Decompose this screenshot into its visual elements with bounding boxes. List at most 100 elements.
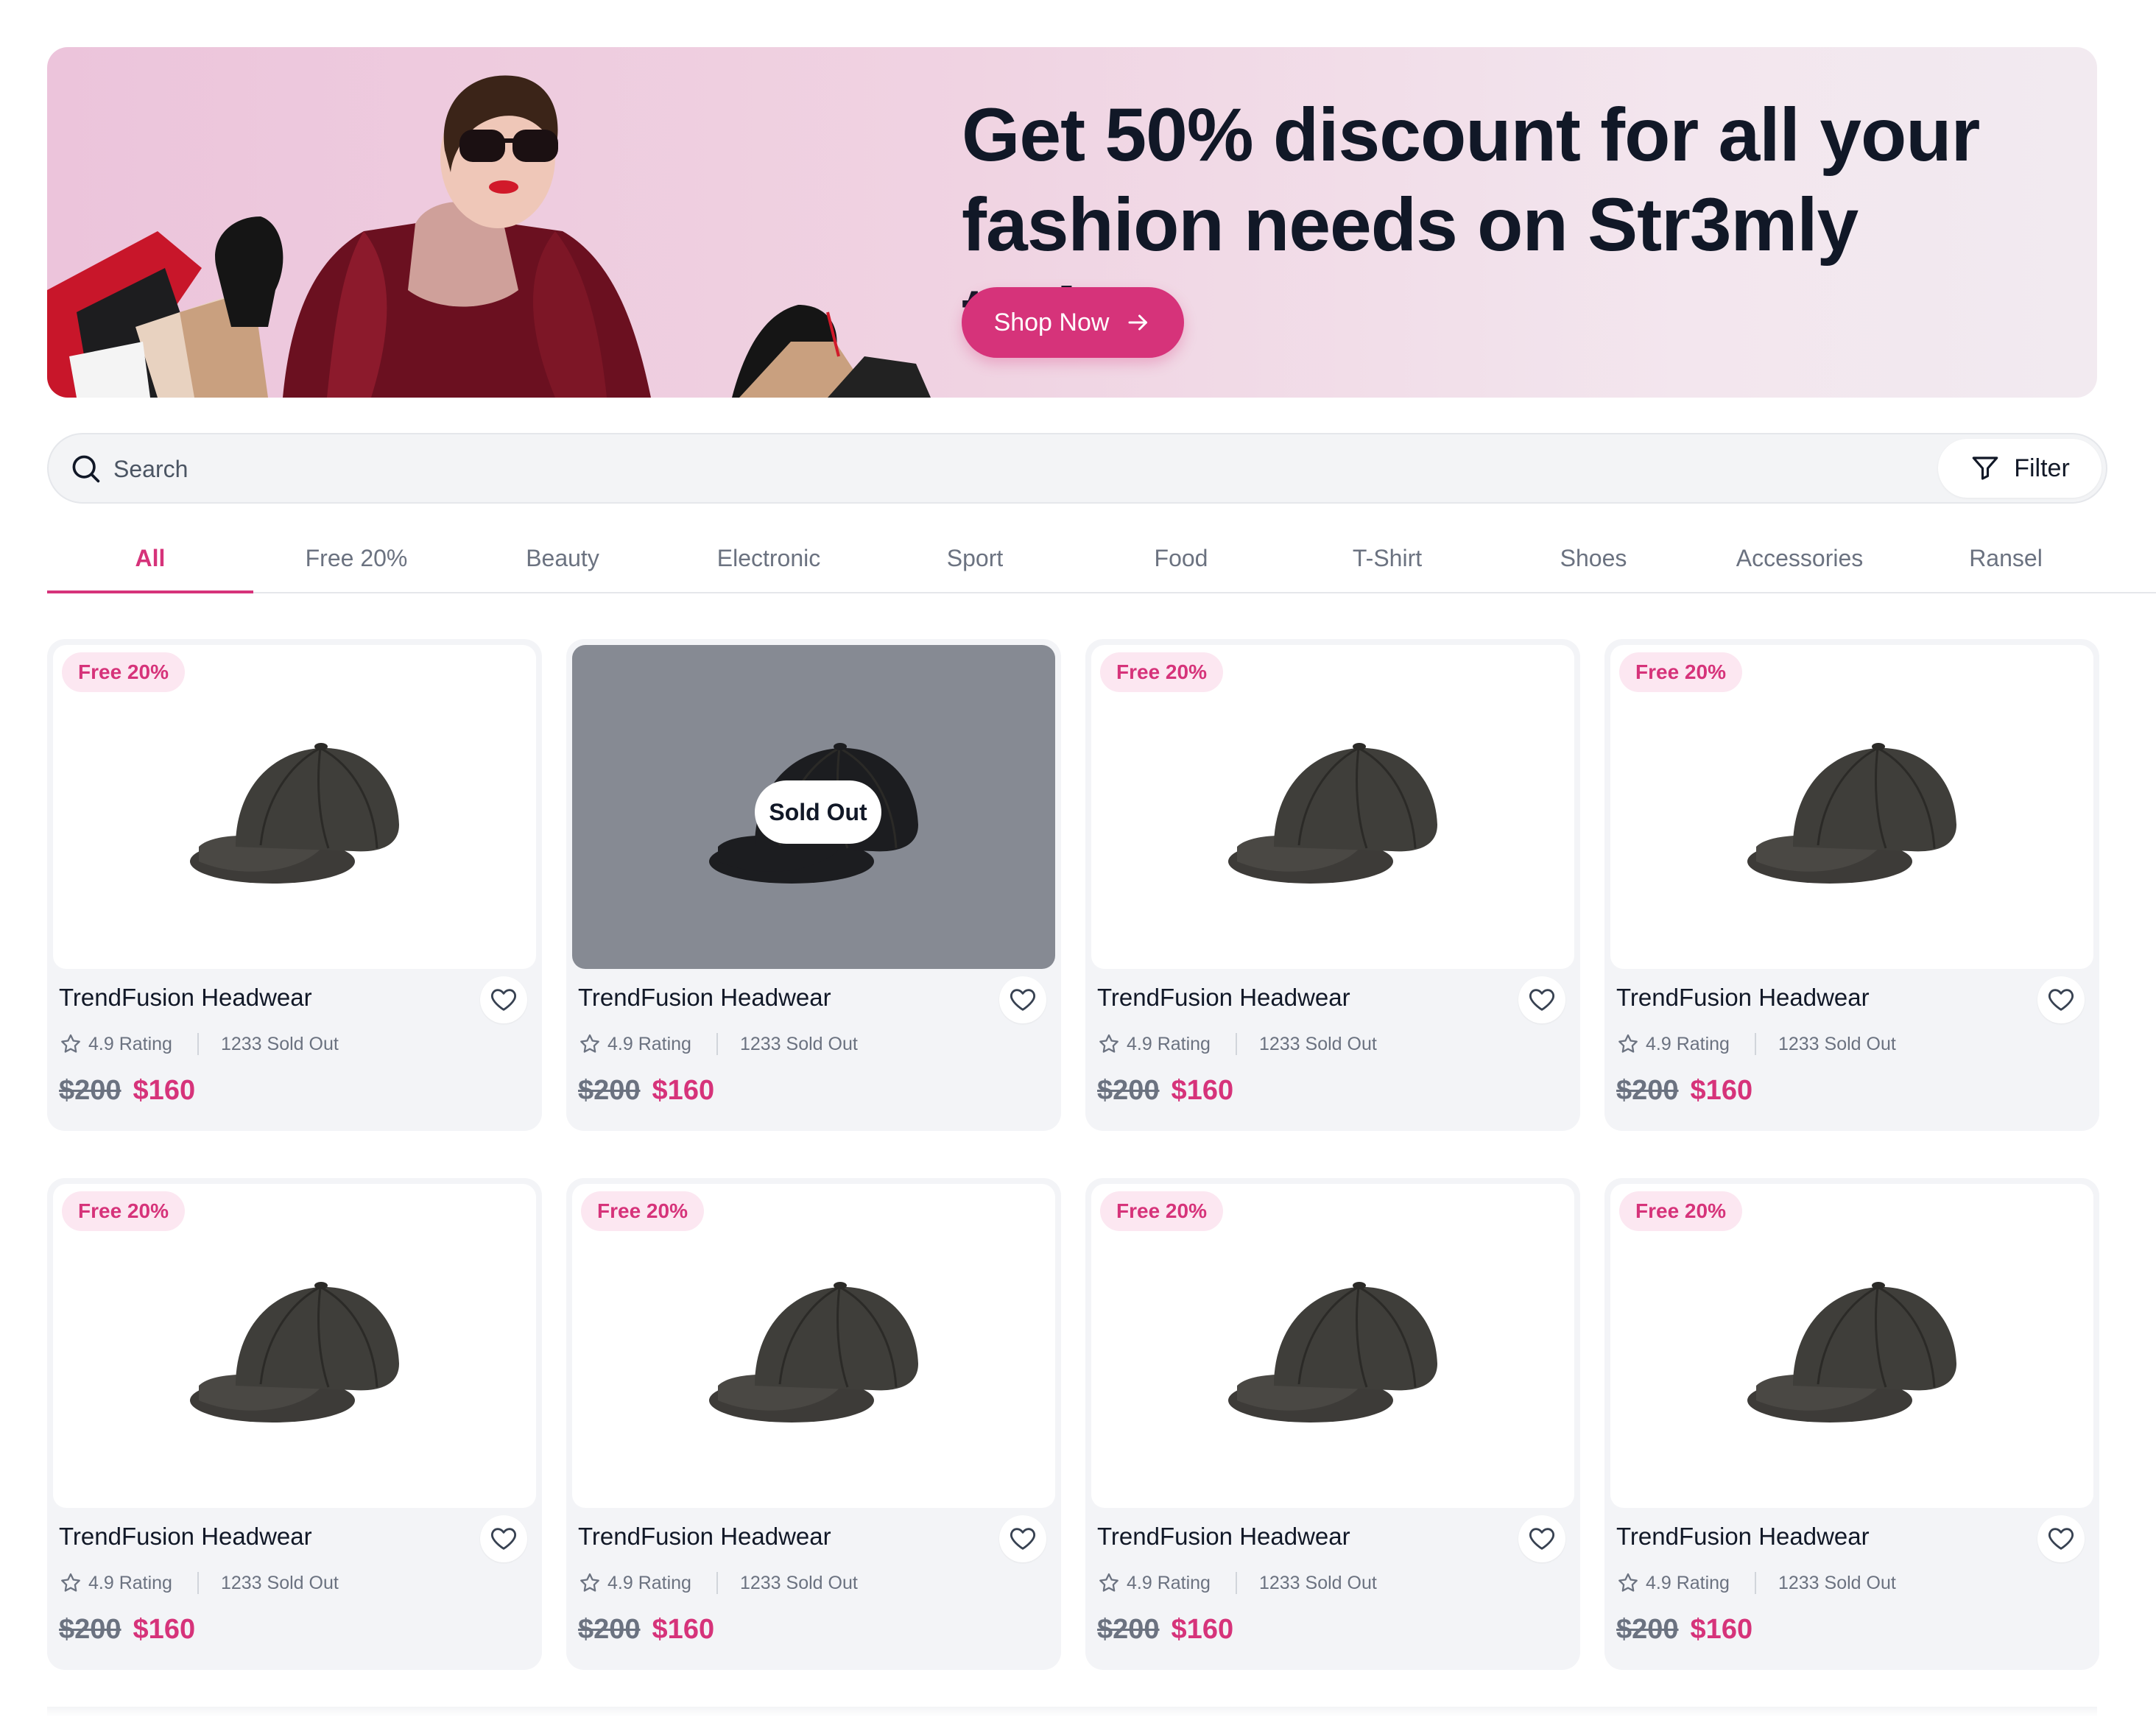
wishlist-button[interactable] xyxy=(1518,976,1565,1023)
product-price: $160 xyxy=(652,1614,715,1645)
product-image-area: Sold Out xyxy=(572,645,1055,969)
star-icon xyxy=(61,1034,80,1053)
cap-image xyxy=(709,1282,918,1422)
product-title: TrendFusion Headwear xyxy=(1616,984,1870,1011)
filter-icon xyxy=(1972,456,1998,480)
wishlist-button[interactable] xyxy=(999,976,1046,1023)
product-old-price: $200 xyxy=(1097,1075,1160,1106)
tab-ransel[interactable]: Ransel xyxy=(1903,524,2109,592)
tab-electronic[interactable]: Electronic xyxy=(666,524,872,592)
product-card[interactable]: Free 20% TrendFusion Headwear 4.9 Rating… xyxy=(47,639,542,1131)
product-title: TrendFusion Headwear xyxy=(1097,984,1350,1011)
shop-now-label: Shop Now xyxy=(993,308,1110,336)
product-prices: $200 $160 xyxy=(59,1614,195,1646)
star-icon xyxy=(1099,1034,1118,1053)
wishlist-button[interactable] xyxy=(999,1515,1046,1562)
product-price: $160 xyxy=(1690,1614,1753,1645)
cap-image xyxy=(190,1282,399,1422)
star-icon xyxy=(580,1034,599,1053)
tab-food[interactable]: Food xyxy=(1078,524,1284,592)
heart-icon xyxy=(1529,1528,1554,1550)
product-meta: 4.9 Rating 1233 Sold Out xyxy=(59,1032,339,1056)
product-meta: 4.9 Rating 1233 Sold Out xyxy=(1097,1032,1377,1056)
product-meta: 4.9 Rating 1233 Sold Out xyxy=(1616,1571,1896,1595)
product-prices: $200 $160 xyxy=(578,1075,714,1107)
promo-banner: Get 50% discount for all your fashion ne… xyxy=(47,47,2097,398)
product-prices: $200 $160 xyxy=(1097,1614,1233,1646)
meta-divider xyxy=(1235,1033,1237,1055)
product-price: $160 xyxy=(133,1614,196,1645)
product-price: $160 xyxy=(652,1075,715,1106)
wishlist-button[interactable] xyxy=(480,976,527,1023)
shop-now-button[interactable]: Shop Now xyxy=(962,287,1184,358)
product-image-area: Free 20% xyxy=(1610,1184,2093,1508)
tab-shoes[interactable]: Shoes xyxy=(1490,524,1697,592)
filter-button[interactable]: Filter xyxy=(1938,439,2102,498)
product-title: TrendFusion Headwear xyxy=(578,984,831,1011)
product-meta: 4.9 Rating 1233 Sold Out xyxy=(1616,1032,1896,1056)
product-card[interactable]: Free 20% TrendFusion Headwear 4.9 Rating… xyxy=(1604,1178,2099,1670)
discount-badge: Free 20% xyxy=(581,1191,704,1231)
tab-sport[interactable]: Sport xyxy=(872,524,1078,592)
product-card[interactable]: Free 20% TrendFusion Headwear 4.9 Rating… xyxy=(1085,639,1580,1131)
cap-image xyxy=(190,743,399,884)
product-title: TrendFusion Headwear xyxy=(1616,1523,1870,1550)
wishlist-button[interactable] xyxy=(480,1515,527,1562)
wishlist-button[interactable] xyxy=(2037,1515,2085,1562)
product-sold-count: 1233 Sold Out xyxy=(220,1033,339,1054)
product-price: $160 xyxy=(1690,1075,1753,1106)
product-old-price: $200 xyxy=(1097,1614,1160,1645)
product-rating: 4.9 Rating xyxy=(1127,1033,1211,1054)
discount-badge: Free 20% xyxy=(62,652,185,692)
meta-divider xyxy=(197,1033,199,1055)
heart-icon xyxy=(1010,1528,1035,1550)
product-sold-count: 1233 Sold Out xyxy=(739,1033,858,1054)
meta-divider xyxy=(1235,1572,1237,1594)
discount-badge: Free 20% xyxy=(1100,1191,1223,1231)
product-prices: $200 $160 xyxy=(1097,1075,1233,1107)
filter-label: Filter xyxy=(2014,454,2070,482)
product-rating: 4.9 Rating xyxy=(88,1033,172,1054)
meta-divider xyxy=(1754,1033,1756,1055)
search-icon xyxy=(72,455,100,483)
tab-accessories[interactable]: Accessories xyxy=(1697,524,1903,592)
wishlist-button[interactable] xyxy=(1518,1515,1565,1562)
product-sold-count: 1233 Sold Out xyxy=(220,1572,339,1593)
star-icon xyxy=(61,1573,80,1592)
product-image-area: Free 20% xyxy=(1091,1184,1574,1508)
product-card[interactable]: Free 20% TrendFusion Headwear 4.9 Rating… xyxy=(47,1178,542,1670)
product-card[interactable]: Free 20% TrendFusion Headwear 4.9 Rating… xyxy=(566,1178,1061,1670)
product-card[interactable]: Sold Out TrendFusion Headwear 4.9 Rating… xyxy=(566,639,1061,1131)
meta-divider xyxy=(716,1033,718,1055)
heart-icon xyxy=(491,989,516,1011)
tab-beauty[interactable]: Beauty xyxy=(459,524,666,592)
product-image-area: Free 20% xyxy=(53,1184,536,1508)
product-prices: $200 $160 xyxy=(578,1614,714,1646)
product-meta: 4.9 Rating 1233 Sold Out xyxy=(1097,1571,1377,1595)
wishlist-button[interactable] xyxy=(2037,976,2085,1023)
tab-t-shirt[interactable]: T-Shirt xyxy=(1284,524,1490,592)
product-old-price: $200 xyxy=(578,1614,641,1645)
product-old-price: $200 xyxy=(59,1614,121,1645)
product-title: TrendFusion Headwear xyxy=(59,1523,312,1550)
product-card[interactable]: Free 20% TrendFusion Headwear 4.9 Rating… xyxy=(1085,1178,1580,1670)
meta-divider xyxy=(197,1572,199,1594)
sold-out-label: Sold Out xyxy=(755,780,881,844)
search-bar: Filter xyxy=(47,433,2107,504)
cap-image xyxy=(1228,1282,1437,1422)
product-image-area: Free 20% xyxy=(1091,645,1574,969)
meta-divider xyxy=(716,1572,718,1594)
search-input[interactable] xyxy=(112,445,1882,493)
product-old-price: $200 xyxy=(578,1075,641,1106)
product-rating: 4.9 Rating xyxy=(1646,1572,1730,1593)
tab-free-20[interactable]: Free 20% xyxy=(253,524,459,592)
product-prices: $200 $160 xyxy=(1616,1075,1752,1107)
cap-image xyxy=(1747,1282,1956,1422)
product-sold-count: 1233 Sold Out xyxy=(739,1572,858,1593)
product-image-area: Free 20% xyxy=(572,1184,1055,1508)
cap-image xyxy=(1228,743,1437,884)
category-tabs: All Free 20% Beauty Electronic Sport Foo… xyxy=(47,524,2156,593)
discount-badge: Free 20% xyxy=(62,1191,185,1231)
tab-all[interactable]: All xyxy=(47,524,253,593)
product-card[interactable]: Free 20% TrendFusion Headwear 4.9 Rating… xyxy=(1604,639,2099,1131)
